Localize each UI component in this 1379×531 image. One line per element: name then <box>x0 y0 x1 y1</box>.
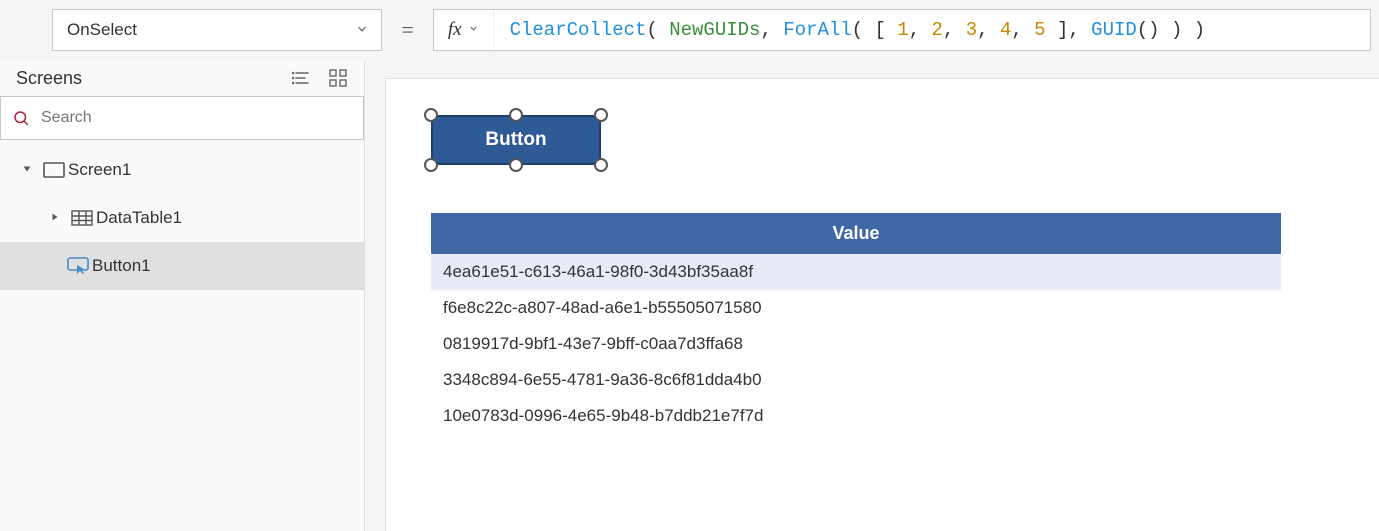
property-selector-value: OnSelect <box>67 20 137 40</box>
tree-item-label: DataTable1 <box>96 208 182 228</box>
caret-right-icon <box>42 211 68 225</box>
fx-dropdown[interactable]: fx <box>434 10 494 50</box>
equals-icon: = <box>400 17 415 43</box>
resize-handle[interactable] <box>594 108 608 122</box>
formula-bar: fx ClearCollect( NewGUIDs, ForAll( [ 1, … <box>433 9 1371 51</box>
resize-handle[interactable] <box>509 108 523 122</box>
search-input[interactable] <box>41 109 363 127</box>
tree-item-label: Screen1 <box>68 160 131 180</box>
resize-handle[interactable] <box>424 158 438 172</box>
main-area: Screens <box>0 60 1379 531</box>
chevron-down-icon <box>355 22 369 39</box>
fx-icon: fx <box>448 19 462 41</box>
table-row[interactable]: 0819917d-9bf1-43e7-9bff-c0aa7d3ffa68 <box>431 326 1281 362</box>
panel-title: Screens <box>16 68 82 89</box>
search-box <box>0 96 364 140</box>
datatable-control[interactable]: Value 4ea61e51-c613-46a1-98f0-3d43bf35aa… <box>431 213 1281 434</box>
tree-item-datatable1[interactable]: DataTable1 <box>0 194 364 242</box>
table-row[interactable]: 10e0783d-0996-4e65-9b48-b7ddb21e7f7d <box>431 398 1281 434</box>
property-selector[interactable]: OnSelect <box>52 9 382 51</box>
resize-handle[interactable] <box>509 158 523 172</box>
table-column-header[interactable]: Value <box>431 213 1281 254</box>
selected-control[interactable]: Button <box>431 115 601 165</box>
table-row[interactable]: 4ea61e51-c613-46a1-98f0-3d43bf35aa8f <box>431 254 1281 290</box>
chevron-down-icon <box>468 23 479 37</box>
resize-handle[interactable] <box>424 108 438 122</box>
tree-view-panel: Screens <box>0 60 365 531</box>
table-row[interactable]: f6e8c22c-a807-48ad-a6e1-b55505071580 <box>431 290 1281 326</box>
formula-input[interactable]: ClearCollect( NewGUIDs, ForAll( [ 1, 2, … <box>494 19 1222 41</box>
button-icon <box>64 257 92 275</box>
screen-tree: Screen1 DataTable1 <box>0 140 364 296</box>
grid-view-icon[interactable] <box>328 68 348 88</box>
datatable-icon <box>68 210 96 226</box>
canvas-area: Button Value 4ea61e51-c613-46a1-98f0-3d4… <box>365 60 1379 531</box>
screen-icon <box>40 162 68 178</box>
top-bar: OnSelect = fx ClearCollect( NewGUIDs, Fo… <box>0 0 1379 60</box>
panel-header: Screens <box>0 60 364 96</box>
caret-down-icon <box>14 163 40 177</box>
search-icon <box>1 109 41 127</box>
tree-item-screen1[interactable]: Screen1 <box>0 146 364 194</box>
table-row[interactable]: 3348c894-6e55-4781-9a36-8c6f81dda4b0 <box>431 362 1281 398</box>
tree-item-button1[interactable]: Button1 <box>0 242 364 290</box>
resize-handle[interactable] <box>594 158 608 172</box>
list-view-icon[interactable] <box>292 68 312 88</box>
button-label: Button <box>485 129 546 151</box>
tree-item-label: Button1 <box>92 256 151 276</box>
canvas[interactable]: Button Value 4ea61e51-c613-46a1-98f0-3d4… <box>385 78 1379 531</box>
